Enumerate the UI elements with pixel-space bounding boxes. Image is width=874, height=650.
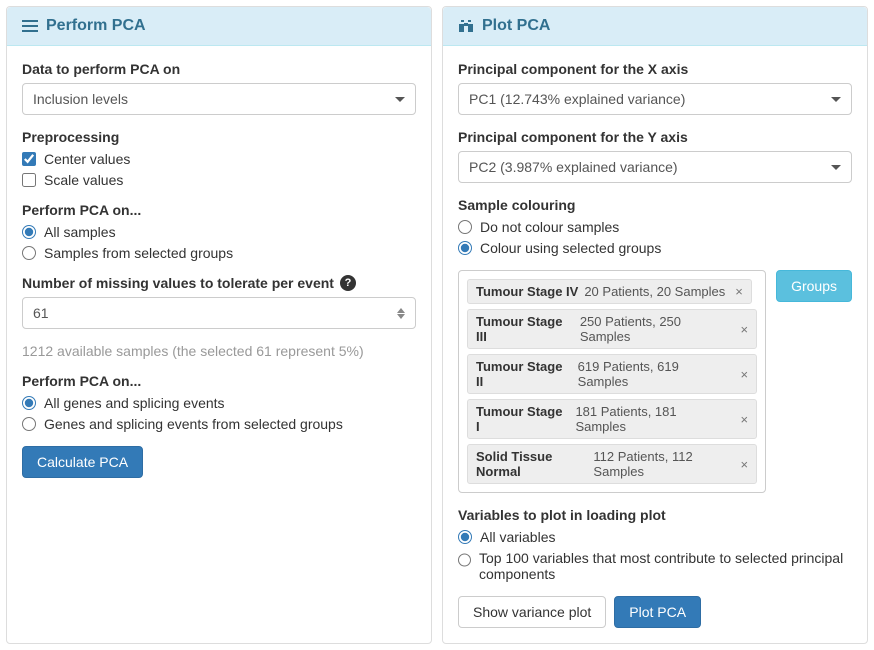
y-axis-label: Principal component for the Y axis bbox=[458, 129, 852, 145]
no-colour-radio[interactable] bbox=[458, 220, 472, 234]
chevron-down-icon bbox=[831, 165, 841, 170]
missing-values-value: 61 bbox=[33, 305, 49, 321]
group-tag: Tumour Stage II 619 Patients, 619 Sample… bbox=[467, 354, 757, 394]
perform-pca-panel: Perform PCA Data to perform PCA on Inclu… bbox=[6, 6, 432, 644]
groups-tags-well[interactable]: Tumour Stage IV 20 Patients, 20 Samples … bbox=[458, 270, 766, 493]
number-stepper-icon[interactable] bbox=[397, 308, 405, 319]
y-axis-value: PC2 (3.987% explained variance) bbox=[469, 159, 678, 175]
tag-remove-icon[interactable]: × bbox=[735, 284, 743, 299]
group-tag-name: Tumour Stage III bbox=[476, 314, 574, 344]
perform-pca-header: Perform PCA bbox=[7, 7, 431, 46]
data-on-label: Data to perform PCA on bbox=[22, 61, 416, 77]
calculate-pca-button[interactable]: Calculate PCA bbox=[22, 446, 143, 478]
selected-samples-radio[interactable] bbox=[22, 246, 36, 260]
group-tag-name: Tumour Stage IV bbox=[476, 284, 578, 299]
group-tag-meta: 181 Patients, 181 Samples bbox=[575, 404, 730, 434]
group-tag: Tumour Stage IV 20 Patients, 20 Samples … bbox=[467, 279, 752, 304]
missing-values-input[interactable]: 61 bbox=[22, 297, 416, 329]
all-samples-label: All samples bbox=[44, 224, 116, 240]
top-variables-label: Top 100 variables that most contribute t… bbox=[479, 550, 852, 582]
help-icon[interactable]: ? bbox=[340, 275, 356, 291]
tag-remove-icon[interactable]: × bbox=[740, 322, 748, 337]
data-on-value: Inclusion levels bbox=[33, 91, 128, 107]
group-tag-meta: 112 Patients, 112 Samples bbox=[593, 449, 730, 479]
selected-genes-label: Genes and splicing events from selected … bbox=[44, 416, 343, 432]
scale-values-checkbox[interactable] bbox=[22, 173, 36, 187]
all-genes-radio[interactable] bbox=[22, 396, 36, 410]
all-variables-radio[interactable] bbox=[458, 530, 472, 544]
tag-remove-icon[interactable]: × bbox=[740, 457, 748, 472]
center-values-label: Center values bbox=[44, 151, 130, 167]
y-axis-select[interactable]: PC2 (3.987% explained variance) bbox=[458, 151, 852, 183]
all-variables-label: All variables bbox=[480, 529, 555, 545]
group-tag-name: Tumour Stage II bbox=[476, 359, 572, 389]
all-genes-label: All genes and splicing events bbox=[44, 395, 225, 411]
x-axis-select[interactable]: PC1 (12.743% explained variance) bbox=[458, 83, 852, 115]
all-samples-radio[interactable] bbox=[22, 225, 36, 239]
group-tag-meta: 20 Patients, 20 Samples bbox=[584, 284, 725, 299]
colour-groups-label: Colour using selected groups bbox=[480, 240, 661, 256]
colouring-label: Sample colouring bbox=[458, 197, 852, 213]
x-axis-value: PC1 (12.743% explained variance) bbox=[469, 91, 685, 107]
samples-summary-text: 1212 available samples (the selected 61 … bbox=[22, 343, 416, 359]
list-icon bbox=[22, 18, 38, 34]
pca-on-samples-label: Perform PCA on... bbox=[22, 202, 416, 218]
tag-remove-icon[interactable]: × bbox=[740, 412, 748, 427]
plot-pca-title: Plot PCA bbox=[482, 17, 550, 35]
top-variables-radio[interactable] bbox=[458, 553, 471, 567]
scale-values-label: Scale values bbox=[44, 172, 123, 188]
preprocessing-label: Preprocessing bbox=[22, 129, 416, 145]
group-tag-name: Tumour Stage I bbox=[476, 404, 569, 434]
missing-values-label: Number of missing values to tolerate per… bbox=[22, 275, 334, 291]
perform-pca-title: Perform PCA bbox=[46, 17, 146, 35]
selected-samples-label: Samples from selected groups bbox=[44, 245, 233, 261]
center-values-checkbox[interactable] bbox=[22, 152, 36, 166]
pca-on-genes-label: Perform PCA on... bbox=[22, 373, 416, 389]
no-colour-label: Do not colour samples bbox=[480, 219, 619, 235]
plot-pca-panel: Plot PCA Principal component for the X a… bbox=[442, 6, 868, 644]
selected-genes-radio[interactable] bbox=[22, 417, 36, 431]
tag-remove-icon[interactable]: × bbox=[740, 367, 748, 382]
groups-button[interactable]: Groups bbox=[776, 270, 852, 302]
group-tag: Tumour Stage III 250 Patients, 250 Sampl… bbox=[467, 309, 757, 349]
group-tag-meta: 250 Patients, 250 Samples bbox=[580, 314, 731, 344]
group-tag-meta: 619 Patients, 619 Samples bbox=[578, 359, 731, 389]
vars-label: Variables to plot in loading plot bbox=[458, 507, 852, 523]
plot-pca-header: Plot PCA bbox=[443, 7, 867, 46]
chevron-down-icon bbox=[395, 97, 405, 102]
plot-pca-button[interactable]: Plot PCA bbox=[614, 596, 701, 628]
group-tag-name: Solid Tissue Normal bbox=[476, 449, 587, 479]
data-on-select[interactable]: Inclusion levels bbox=[22, 83, 416, 115]
colour-groups-radio[interactable] bbox=[458, 241, 472, 255]
x-axis-label: Principal component for the X axis bbox=[458, 61, 852, 77]
group-tag: Tumour Stage I 181 Patients, 181 Samples… bbox=[467, 399, 757, 439]
binoculars-icon bbox=[458, 18, 474, 34]
group-tag: Solid Tissue Normal 112 Patients, 112 Sa… bbox=[467, 444, 757, 484]
show-variance-button[interactable]: Show variance plot bbox=[458, 596, 606, 628]
chevron-down-icon bbox=[831, 97, 841, 102]
